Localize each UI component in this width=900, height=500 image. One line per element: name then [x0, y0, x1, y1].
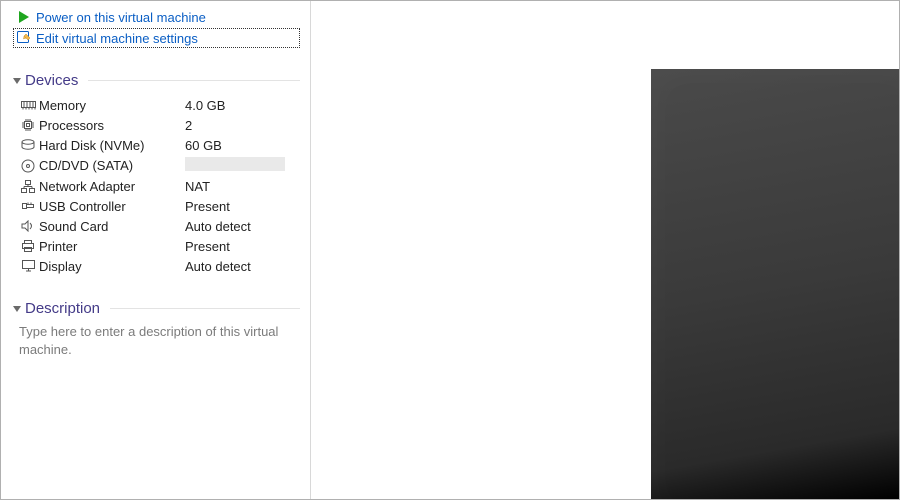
usb-icon	[19, 198, 37, 214]
network-icon	[19, 178, 37, 194]
device-display[interactable]: Display Auto detect	[13, 256, 300, 276]
description-header[interactable]: Description	[13, 300, 300, 317]
device-value: Auto detect	[185, 219, 251, 234]
device-label: CD/DVD (SATA)	[37, 158, 185, 173]
edit-settings-label: Edit virtual machine settings	[36, 31, 198, 46]
summary-panel: Power on this virtual machine Edit virtu…	[1, 1, 311, 499]
printer-icon	[19, 238, 37, 254]
sound-icon	[19, 218, 37, 234]
edit-settings-icon	[16, 30, 32, 46]
device-network[interactable]: Network Adapter NAT	[13, 176, 300, 196]
vm-screen-preview[interactable]	[651, 69, 899, 499]
device-value: Present	[185, 239, 230, 254]
description-title: Description	[25, 300, 100, 317]
device-sound[interactable]: Sound Card Auto detect	[13, 216, 300, 236]
caret-down-icon	[13, 306, 21, 312]
edit-settings-link[interactable]: Edit virtual machine settings	[13, 28, 300, 48]
cpu-icon	[19, 117, 37, 133]
power-on-label: Power on this virtual machine	[36, 10, 206, 25]
device-harddisk[interactable]: Hard Disk (NVMe) 60 GB	[13, 135, 300, 155]
display-icon	[19, 258, 37, 274]
device-label: Processors	[37, 118, 185, 133]
description-input[interactable]: Type here to enter a description of this…	[13, 323, 300, 358]
harddisk-icon	[19, 137, 37, 153]
device-label: Memory	[37, 98, 185, 113]
device-value: NAT	[185, 179, 210, 194]
device-label: Sound Card	[37, 219, 185, 234]
devices-title: Devices	[25, 72, 78, 89]
description-section: Description Type here to enter a descrip…	[13, 300, 300, 358]
devices-header[interactable]: Devices	[13, 72, 300, 89]
device-memory[interactable]: Memory 4.0 GB	[13, 95, 300, 115]
device-value: 4.0 GB	[185, 98, 225, 113]
caret-down-icon	[13, 78, 21, 84]
device-printer[interactable]: Printer Present	[13, 236, 300, 256]
device-cddvd[interactable]: CD/DVD (SATA)	[13, 155, 300, 176]
play-icon	[16, 9, 32, 25]
power-on-link[interactable]: Power on this virtual machine	[13, 7, 300, 27]
device-processors[interactable]: Processors 2	[13, 115, 300, 135]
device-usb[interactable]: USB Controller Present	[13, 196, 300, 216]
device-label: Hard Disk (NVMe)	[37, 138, 185, 153]
device-label: Network Adapter	[37, 179, 185, 194]
device-value: 60 GB	[185, 138, 222, 153]
disc-icon	[19, 158, 37, 174]
device-value-redacted	[185, 157, 285, 174]
device-label: Display	[37, 259, 185, 274]
device-label: Printer	[37, 239, 185, 254]
device-value: Auto detect	[185, 259, 251, 274]
device-value: Present	[185, 199, 230, 214]
device-label: USB Controller	[37, 199, 185, 214]
devices-section: Devices Memory 4.0 GB Processors 2	[13, 72, 300, 276]
device-value: 2	[185, 118, 192, 133]
memory-icon	[19, 97, 37, 113]
preview-area	[311, 1, 899, 499]
